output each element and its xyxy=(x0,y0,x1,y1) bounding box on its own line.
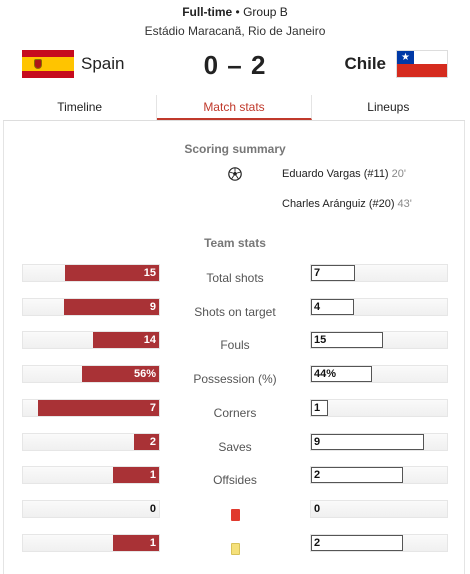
tab-timeline[interactable]: Timeline xyxy=(3,95,158,120)
away-stat-value: 0 xyxy=(314,503,321,515)
home-stat-track: 1 xyxy=(22,466,160,484)
home-stat-bar: 9 xyxy=(64,299,159,315)
tab-match-stats[interactable]: Match stats xyxy=(157,95,312,120)
goal-scorer: Eduardo Vargas (#11) xyxy=(282,168,389,180)
home-stat-track: 1 xyxy=(22,534,160,552)
away-stat-track: 1 xyxy=(310,399,448,417)
red-card-icon xyxy=(231,509,240,521)
stat-label: Corners xyxy=(213,406,257,420)
away-stat-bar: 2 xyxy=(311,535,403,551)
home-stat-bar: 1 xyxy=(113,535,159,551)
away-stat-track: 44% xyxy=(310,365,448,383)
home-stat-bar: 15 xyxy=(65,265,159,281)
home-stat-bar: 1 xyxy=(113,467,159,483)
stat-label: Offsides xyxy=(213,473,257,487)
match-status: Full-time xyxy=(182,5,233,19)
team-stats-title: Team stats xyxy=(204,236,266,250)
match-status-line: Full-time • Group B xyxy=(0,5,470,19)
away-stat-track: 4 xyxy=(310,298,448,316)
goal-minute: 20' xyxy=(391,168,406,180)
tab-lineups[interactable]: Lineups xyxy=(312,95,465,120)
chile-flag-icon: ★ xyxy=(396,50,448,78)
goal-scorer: Charles Aránguiz (#20) xyxy=(282,198,395,210)
home-stat-bar: 2 xyxy=(134,434,159,450)
stat-label: Possession (%) xyxy=(193,372,277,386)
home-stat-track: 15 xyxy=(22,264,160,282)
away-stat-bar: 15 xyxy=(311,332,383,348)
yellow-card-icon xyxy=(231,543,240,555)
away-stat-track: 9 xyxy=(310,433,448,451)
home-stat-bar: 7 xyxy=(38,400,159,416)
away-stat-bar: 7 xyxy=(311,265,355,281)
goal-minute: 43' xyxy=(397,198,412,210)
match-venue: Estádio Maracanã, Rio de Janeiro xyxy=(144,24,326,38)
home-stat-value: 0 xyxy=(149,503,156,515)
away-stat-bar: 2 xyxy=(311,467,403,483)
stat-label: Fouls xyxy=(220,338,250,352)
away-stat-track: 15 xyxy=(310,331,448,349)
home-stat-track: 9 xyxy=(22,298,160,316)
match-group: Group B xyxy=(243,5,288,19)
away-stat-bar: 4 xyxy=(311,299,354,315)
home-stat-bar: 56% xyxy=(82,366,159,382)
home-stat-track: 0 xyxy=(22,500,160,518)
away-stat-track: 2 xyxy=(310,466,448,484)
home-stat-track: 14 xyxy=(22,331,160,349)
home-stat-bar: 14 xyxy=(93,332,159,348)
home-stat-track: 56% xyxy=(22,365,160,383)
goal-entry: Charles Aránguiz (#20) 43' xyxy=(282,198,412,210)
away-stat-bar: 44% xyxy=(311,366,372,382)
status-separator: • xyxy=(235,5,240,19)
away-stat-track: 7 xyxy=(310,264,448,282)
match-tabs: Timeline Match stats Lineups xyxy=(3,95,465,121)
home-stat-track: 2 xyxy=(22,433,160,451)
goal-entry: Eduardo Vargas (#11) 20' xyxy=(282,168,406,180)
home-stat-track: 7 xyxy=(22,399,160,417)
away-stat-track: 2 xyxy=(310,534,448,552)
stat-label: Total shots xyxy=(206,271,264,285)
stat-label: Shots on target xyxy=(194,305,276,319)
away-stat-bar: 1 xyxy=(311,400,328,416)
soccer-ball-icon xyxy=(228,167,242,181)
scoring-summary-title: Scoring summary xyxy=(184,142,286,156)
stat-label: Saves xyxy=(218,440,252,454)
away-stat-bar: 9 xyxy=(311,434,424,450)
away-team-name: Chile xyxy=(344,54,386,73)
away-stat-track: 0 xyxy=(310,500,448,518)
away-team[interactable]: Chile ★ xyxy=(344,50,448,78)
